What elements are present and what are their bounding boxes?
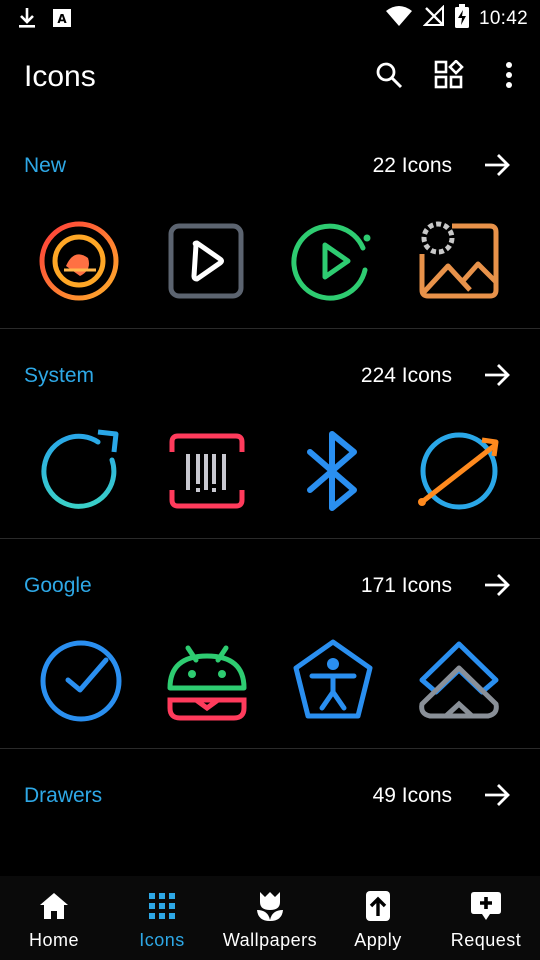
home-arrow-icon[interactable] bbox=[415, 637, 503, 725]
nav-label: Icons bbox=[139, 930, 185, 950]
section-title: New bbox=[24, 154, 67, 177]
section-count: 49 Icons bbox=[372, 784, 452, 807]
barcode-scanner-icon[interactable] bbox=[163, 427, 251, 515]
section-new: New 22 Icons bbox=[0, 130, 540, 340]
orbit-launch-icon[interactable] bbox=[415, 427, 503, 515]
nav-apply[interactable]: Apply bbox=[324, 876, 432, 960]
more-options-button[interactable] bbox=[494, 61, 524, 94]
section-divider bbox=[0, 328, 540, 329]
accessibility-icon[interactable] bbox=[289, 637, 377, 725]
status-bar: A 10:42 bbox=[0, 0, 540, 36]
home-icon bbox=[38, 890, 70, 922]
keyboard-a-icon: A bbox=[52, 8, 72, 33]
bluetooth-icon[interactable] bbox=[289, 427, 377, 515]
section-count: 171 Icons bbox=[360, 574, 452, 597]
drawers-icon-row bbox=[0, 840, 540, 876]
apply-upload-icon bbox=[362, 890, 394, 922]
nav-label: Request bbox=[450, 930, 522, 950]
play-square-icon[interactable] bbox=[162, 217, 250, 305]
drawer-green-icon[interactable] bbox=[415, 850, 503, 876]
section-divider bbox=[0, 538, 540, 539]
nav-label: Apply bbox=[354, 930, 402, 950]
nav-request[interactable]: Request bbox=[432, 876, 540, 960]
section-system: System 224 Icons bbox=[0, 340, 540, 550]
drawer-blue-icon[interactable] bbox=[289, 850, 377, 876]
section-header[interactable]: System 224 Icons bbox=[0, 340, 540, 400]
android-burger-icon[interactable] bbox=[163, 637, 251, 725]
grid-apps-icon bbox=[434, 58, 464, 95]
play-circle-icon[interactable] bbox=[289, 217, 377, 305]
arrow-right-icon[interactable] bbox=[482, 360, 512, 390]
app-bar: Icons bbox=[0, 48, 540, 108]
battery-charging-icon bbox=[454, 4, 469, 33]
icons-grid-icon bbox=[146, 890, 178, 922]
svg-text:A: A bbox=[57, 12, 67, 26]
section-header[interactable]: New 22 Icons bbox=[0, 130, 540, 190]
wifi-icon bbox=[385, 5, 413, 32]
section-count: 224 Icons bbox=[360, 364, 452, 387]
drawer-violet-icon[interactable] bbox=[163, 850, 251, 876]
section-title: Drawers bbox=[24, 784, 103, 807]
section-divider bbox=[0, 748, 540, 749]
section-header[interactable]: Drawers 49 Icons bbox=[0, 760, 540, 820]
grid-apps-button[interactable] bbox=[434, 58, 464, 95]
search-icon bbox=[375, 61, 403, 94]
refresh-icon[interactable] bbox=[37, 427, 125, 515]
nav-home[interactable]: Home bbox=[0, 876, 108, 960]
tulip-icon bbox=[254, 890, 286, 922]
nav-label: Home bbox=[28, 930, 79, 950]
more-vert-icon bbox=[504, 61, 514, 94]
gallery-icon[interactable] bbox=[415, 217, 503, 305]
nav-wallpapers[interactable]: Wallpapers bbox=[216, 876, 324, 960]
music-disc-icon[interactable] bbox=[35, 217, 123, 305]
clock-icon[interactable] bbox=[37, 637, 125, 725]
bottom-navigation: Home Icons Wallpapers Apply Request bbox=[0, 876, 540, 960]
no-signal-icon bbox=[422, 4, 445, 32]
section-google: Google 171 Icons bbox=[0, 550, 540, 760]
arrow-right-icon[interactable] bbox=[482, 150, 512, 180]
nav-icons[interactable]: Icons bbox=[108, 876, 216, 960]
arrow-right-icon[interactable] bbox=[482, 780, 512, 810]
download-icon bbox=[16, 6, 38, 35]
search-button[interactable] bbox=[374, 62, 404, 92]
section-title: System bbox=[24, 364, 95, 387]
status-time: 10:42 bbox=[478, 7, 528, 29]
section-title: Google bbox=[24, 574, 92, 597]
request-plus-icon bbox=[470, 890, 502, 922]
page-title: Icons bbox=[24, 60, 96, 93]
drawer-purple-icon[interactable] bbox=[37, 850, 125, 876]
arrow-right-icon[interactable] bbox=[482, 570, 512, 600]
section-header[interactable]: Google 171 Icons bbox=[0, 550, 540, 610]
nav-label: Wallpapers bbox=[222, 930, 318, 950]
section-count: 22 Icons bbox=[372, 154, 452, 177]
